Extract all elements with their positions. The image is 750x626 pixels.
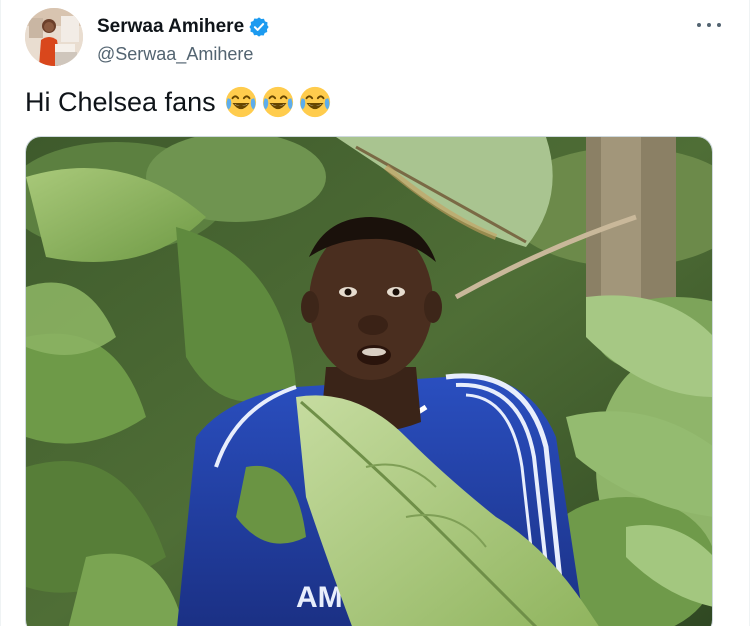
author-names: Serwaa Amihere @Serwaa_Amihere xyxy=(97,16,270,65)
tears-of-joy-emoji-icon xyxy=(262,86,293,118)
tears-of-joy-emoji-icon xyxy=(225,86,256,118)
emoji-group xyxy=(224,85,332,119)
avatar-photo-icon xyxy=(25,8,83,66)
tweet-media-photo[interactable]: AMSU xyxy=(25,136,713,626)
more-options-icon[interactable] xyxy=(697,16,721,34)
tears-of-joy-emoji-icon xyxy=(299,86,330,118)
more-dot xyxy=(707,23,711,27)
tweet-header: Serwaa Amihere @Serwaa_Amihere xyxy=(25,8,270,66)
more-dot xyxy=(697,23,701,27)
tweet-card[interactable]: Serwaa Amihere @Serwaa_Amihere Hi Chelse… xyxy=(0,0,750,626)
author-display-name[interactable]: Serwaa Amihere xyxy=(97,16,244,38)
name-row: Serwaa Amihere xyxy=(97,16,270,38)
tweet-text: Hi Chelsea fans xyxy=(25,84,332,120)
more-dot xyxy=(717,23,721,27)
author-handle[interactable]: @Serwaa_Amihere xyxy=(97,43,270,65)
meme-photo: AMSU xyxy=(26,137,712,626)
verified-badge-icon xyxy=(248,16,270,38)
tweet-text-content: Hi Chelsea fans xyxy=(25,87,216,117)
author-avatar[interactable] xyxy=(25,8,83,66)
